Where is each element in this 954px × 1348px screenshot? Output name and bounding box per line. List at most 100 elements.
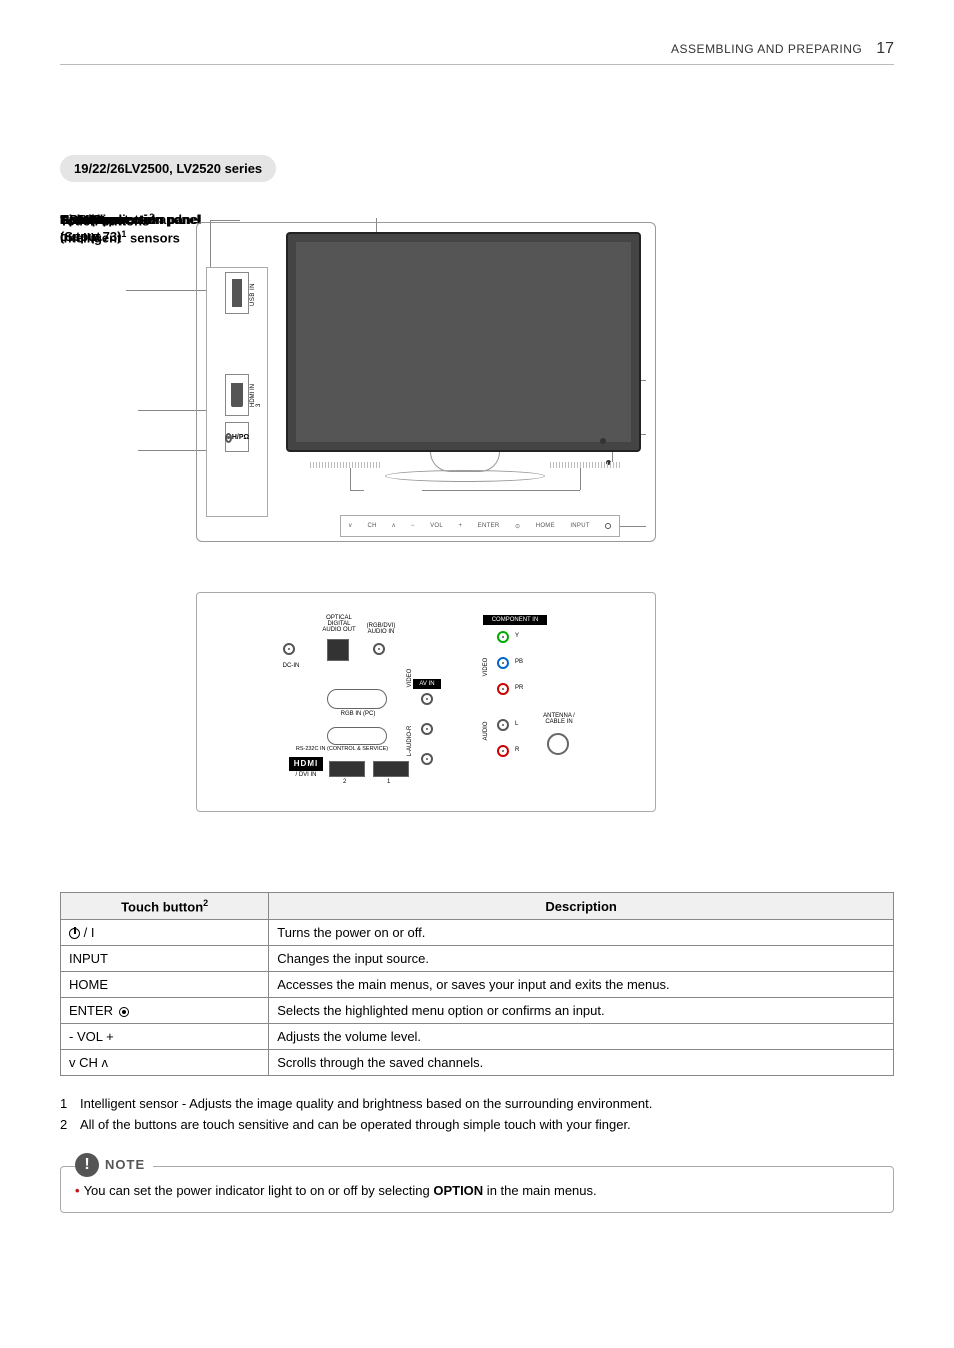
header-section: ASSEMBLING AND PREPARING — [671, 42, 862, 56]
note-box: ! NOTE •You can set the power indicator … — [60, 1166, 894, 1213]
note-title: NOTE — [105, 1157, 145, 1172]
button-cell: - VOL + — [61, 1024, 269, 1050]
av-video-text: VIDEO — [407, 663, 413, 693]
table-row: INPUTChanges the input source. — [61, 946, 894, 972]
description-cell: Accesses the main menus, or saves your i… — [269, 972, 894, 998]
th-description: Description — [269, 893, 894, 920]
hdmi-num-1: 1 — [387, 779, 390, 785]
hdmi-port-1 — [373, 761, 409, 777]
av-in-label: AV IN — [413, 679, 441, 689]
note-body: •You can set the power indicator light t… — [75, 1183, 879, 1198]
leader-line — [210, 220, 240, 221]
av-audio-text: L-AUDIO-R — [407, 721, 413, 761]
tv-diagram: Side Connection panel USB input HDMI inp… — [60, 212, 894, 852]
touch-home: HOME — [536, 523, 555, 529]
component-in-label: COMPONENT IN — [483, 615, 547, 625]
table-row: HOMEAccesses the main menus, or saves yo… — [61, 972, 894, 998]
table-row: / ITurns the power on or off. — [61, 920, 894, 946]
usb-port-label: USB IN — [250, 283, 256, 306]
rgb-in-port — [327, 689, 387, 709]
hdmi-dvi-label: / DVI IN — [291, 772, 321, 778]
description-cell: Adjusts the volume level. — [269, 1024, 894, 1050]
component-audio-r-jack — [497, 745, 509, 757]
component-l: L — [515, 721, 518, 727]
component-r: R — [515, 747, 519, 753]
rear-connection-panel: DC-IN OPTICAL DIGITAL AUDIO OUT (RGB/DVI… — [196, 592, 656, 812]
rgb-in-label: RGB IN (PC) — [331, 711, 385, 717]
headphone-port-label: H/PΩ — [232, 434, 249, 441]
av-video-jack — [421, 693, 433, 705]
page-header: ASSEMBLING AND PREPARING 17 — [60, 40, 894, 65]
touch-enter-label: ENTER — [478, 523, 500, 529]
footnote-2: 2All of the buttons are touch sensitive … — [60, 1115, 894, 1136]
table-row: - VOL +Adjusts the volume level. — [61, 1024, 894, 1050]
component-pr-jack — [497, 683, 509, 695]
antenna-label: ANTENNA / CABLE IN — [535, 713, 583, 725]
headphone-port: H/PΩ — [225, 422, 249, 452]
th-button: Touch button2 — [61, 893, 269, 920]
tv-screen — [286, 232, 641, 452]
description-cell: Scrolls through the saved channels. — [269, 1050, 894, 1076]
hdmi-num-2: 2 — [343, 779, 346, 785]
button-cell: ENTER — [61, 998, 269, 1024]
component-pb-jack — [497, 657, 509, 669]
label-rear-b: (See p.73) — [60, 229, 121, 244]
rgb-dvi-audio-jack — [373, 643, 385, 655]
button-cell: / I — [61, 920, 269, 946]
component-audio-l-jack — [497, 719, 509, 731]
note-badge: ! NOTE — [75, 1153, 153, 1177]
remote-sensor-dot — [600, 438, 606, 444]
power-icon — [69, 928, 80, 939]
description-cell: Turns the power on or off. — [269, 920, 894, 946]
exclamation-icon: ! — [75, 1153, 99, 1177]
table-row: ENTER Selects the highlighted menu optio… — [61, 998, 894, 1024]
header-page-number: 17 — [876, 40, 894, 58]
component-pr: PR — [515, 685, 523, 691]
label-rear-a: Rear Connection panel — [60, 212, 202, 227]
hdmi-slot-icon — [231, 383, 243, 407]
touch-vol-up: + — [458, 523, 462, 529]
hdmi-logo: HDMI — [289, 757, 323, 771]
dc-in-label: DC-IN — [277, 663, 305, 669]
table-row: v CH ᴧScrolls through the saved channels… — [61, 1050, 894, 1076]
description-cell: Changes the input source. — [269, 946, 894, 972]
av-audio-r-jack — [421, 753, 433, 765]
button-cell: HOME — [61, 972, 269, 998]
hdmi-port: HDMI IN 3 — [225, 374, 249, 416]
component-y-jack — [497, 631, 509, 643]
av-audio-l-jack — [421, 723, 433, 735]
side-connection-panel: USB IN HDMI IN 3 H/PΩ — [206, 267, 268, 517]
optical-label: OPTICAL DIGITAL AUDIO OUT — [315, 615, 363, 633]
stand-neck — [430, 452, 500, 472]
hdmi-port-2 — [329, 761, 365, 777]
component-y: Y — [515, 633, 519, 639]
touch-ch-down: v — [349, 523, 352, 529]
footnotes: 1Intelligent sensor - Adjusts the image … — [60, 1094, 894, 1136]
footnote-1: 1Intelligent sensor - Adjusts the image … — [60, 1094, 894, 1115]
component-pb: PB — [515, 659, 523, 665]
speaker-grill-right — [550, 462, 620, 468]
touch-button-bar: v CH ᴧ − VOL + ENTER ⊙ HOME INPUT — [340, 515, 620, 537]
headphone-jack-icon — [225, 433, 232, 443]
bullet-icon: • — [75, 1183, 80, 1198]
touch-ch-up: ᴧ — [392, 523, 395, 529]
series-chip: 19/22/26LV2500, LV2520 series — [60, 155, 276, 182]
dc-in-jack — [283, 643, 295, 655]
stand-base — [385, 470, 545, 482]
rs232-port — [327, 727, 387, 745]
button-cell: v CH ᴧ — [61, 1050, 269, 1076]
component-video-side: VIDEO — [483, 647, 489, 687]
touch-input: INPUT — [570, 523, 590, 529]
rs232-label: RS-232C IN (CONTROL & SERVICE) — [289, 747, 395, 753]
screen-inner — [296, 242, 631, 442]
touch-ch-label: CH — [367, 523, 376, 529]
button-cell: INPUT — [61, 946, 269, 972]
enter-icon — [119, 1007, 129, 1017]
touch-enter-icon: ⊙ — [515, 523, 520, 530]
usb-slot-icon — [232, 279, 242, 307]
rgb-dvi-audio-label: (RGB/DVI) AUDIO IN — [359, 623, 403, 635]
antenna-port — [547, 733, 569, 755]
description-cell: Selects the highlighted menu option or c… — [269, 998, 894, 1024]
touch-vol-label: VOL — [430, 523, 443, 529]
speaker-grill-left — [310, 462, 380, 468]
